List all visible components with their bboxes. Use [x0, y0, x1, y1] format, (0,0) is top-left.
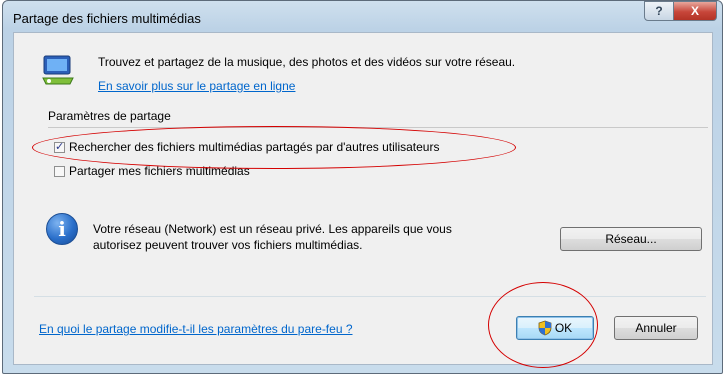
- dialog-content: Trouvez et partagez de la musique, des p…: [13, 32, 713, 365]
- help-button[interactable]: ?: [644, 1, 674, 21]
- find-shared-media-option[interactable]: Rechercher des fichiers multimédias part…: [54, 140, 439, 154]
- info-icon: i: [46, 213, 78, 245]
- share-my-media-label[interactable]: Partager mes fichiers multimédias: [69, 164, 250, 178]
- learn-more-link[interactable]: En savoir plus sur le partage en ligne: [98, 79, 295, 93]
- close-icon: X: [690, 4, 699, 18]
- sharing-settings-group: Paramètres de partage Rechercher des fic…: [40, 105, 712, 190]
- share-my-media-checkbox[interactable]: [54, 165, 65, 177]
- cancel-button-label: Annuler: [635, 321, 677, 335]
- network-media-icon: [42, 55, 74, 85]
- firewall-link[interactable]: En quoi le partage modifie-t-il les para…: [39, 322, 353, 336]
- intro-text: Trouvez et partagez de la musique, des p…: [98, 55, 516, 69]
- close-button[interactable]: X: [673, 1, 717, 21]
- dialog-window: Partage des fichiers multimédias ? X Tro…: [2, 0, 723, 374]
- network-button[interactable]: Réseau...: [560, 227, 702, 251]
- help-icon: ?: [655, 4, 663, 18]
- ok-button-label: OK: [554, 321, 573, 335]
- find-shared-media-label[interactable]: Rechercher des fichiers multimédias part…: [69, 140, 439, 154]
- network-button-label: Réseau...: [605, 232, 657, 246]
- ok-button[interactable]: OK: [516, 316, 594, 340]
- window-title: Partage des fichiers multimédias: [13, 11, 201, 26]
- network-info-text: Votre réseau (Network) est un réseau pri…: [93, 221, 533, 253]
- group-divider: [48, 127, 708, 128]
- title-bar[interactable]: Partage des fichiers multimédias ? X: [3, 1, 722, 31]
- network-info-line-2: autorisez peuvent trouver vos fichiers m…: [93, 238, 363, 252]
- sharing-settings-label: Paramètres de partage: [48, 109, 171, 123]
- find-shared-media-checkbox[interactable]: [54, 140, 65, 153]
- shield-icon: [538, 320, 552, 336]
- network-info-line-1: Votre réseau (Network) est un réseau pri…: [93, 222, 452, 236]
- share-my-media-option[interactable]: Partager mes fichiers multimédias: [54, 164, 250, 178]
- footer-separator: [34, 296, 706, 297]
- cancel-button[interactable]: Annuler: [614, 316, 698, 340]
